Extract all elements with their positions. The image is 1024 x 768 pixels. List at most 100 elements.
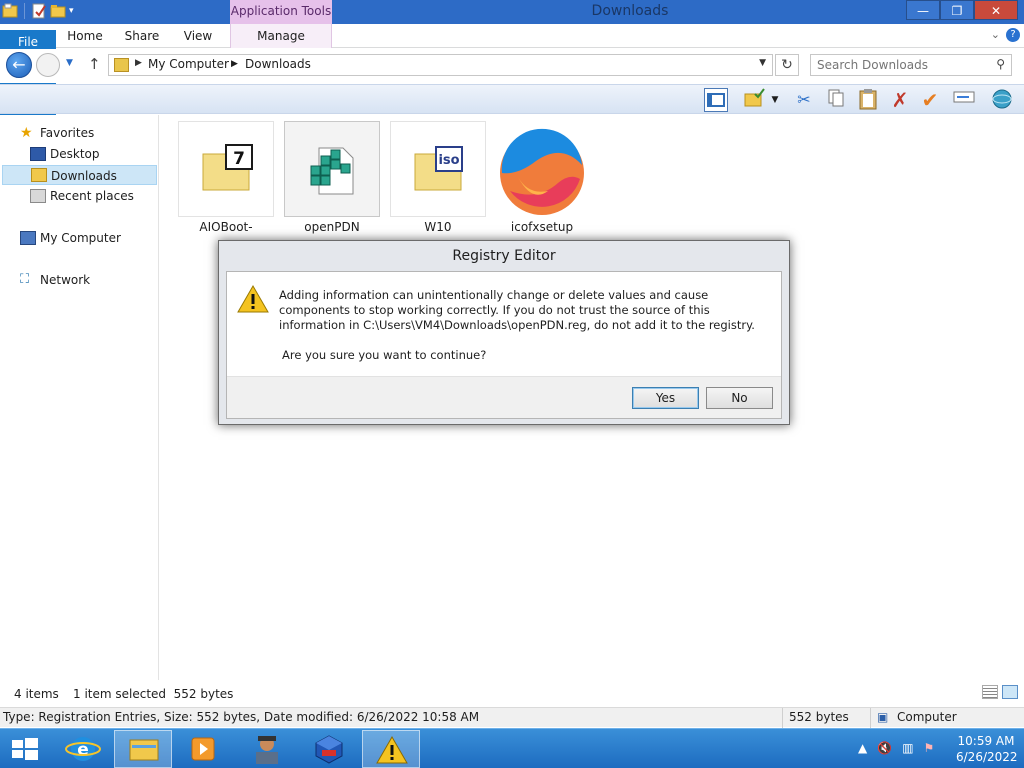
- svg-text:iso: iso: [438, 153, 459, 168]
- file-item-w10[interactable]: iso W10: [390, 121, 486, 234]
- file-item-openpdn[interactable]: openPDN: [284, 121, 380, 234]
- properties-icon[interactable]: [31, 3, 47, 19]
- close-button[interactable]: ✕: [974, 0, 1018, 20]
- tab-view[interactable]: View: [178, 24, 218, 48]
- rename-button[interactable]: [952, 88, 976, 112]
- taskbar-user-app[interactable]: [238, 730, 296, 768]
- computer-icon: ▣: [877, 710, 889, 724]
- registry-editor-dialog: Registry Editor Adding information can u…: [218, 240, 790, 425]
- new-folder-button[interactable]: [742, 88, 766, 112]
- large-icons-view-icon[interactable]: [1002, 685, 1018, 699]
- sidebar-item-favorites[interactable]: ★ Favorites: [0, 123, 157, 143]
- start-button[interactable]: [0, 730, 50, 768]
- sidebar-item-network[interactable]: ⛶ Network: [0, 270, 157, 290]
- tab-share[interactable]: Share: [120, 24, 164, 48]
- sidebar-item-desktop[interactable]: Desktop: [0, 144, 157, 164]
- file-explorer-icon: [129, 739, 159, 761]
- details-view-icon[interactable]: [982, 685, 998, 699]
- file-item-icofxsetup[interactable]: icofxsetup: [494, 121, 590, 234]
- taskbar-media-player[interactable]: [174, 730, 232, 768]
- file-details: Type: Registration Entries, Size: 552 by…: [3, 710, 480, 724]
- user-at-computer-icon: [256, 736, 278, 764]
- taskbar-registry-warning[interactable]: [362, 730, 420, 768]
- navigation-bar: ← ▼ ↑ ▶ My Computer ▶ Downloads ▼ ↻ ⚲: [0, 49, 1024, 83]
- copy-button[interactable]: [824, 88, 848, 112]
- help-icon[interactable]: ?: [1006, 28, 1020, 42]
- address-dropdown-icon[interactable]: ▼: [759, 58, 766, 68]
- new-folder-icon[interactable]: [50, 3, 66, 19]
- sidebar-item-downloads[interactable]: Downloads: [2, 165, 157, 185]
- location-label: Computer: [897, 710, 957, 724]
- registry-file-icon: [310, 147, 354, 195]
- search-input[interactable]: [817, 56, 987, 74]
- taskbar: e ▲ 🔇 ▥ ⚑ 10:59 AM 6/26/2022: [0, 728, 1024, 768]
- windows-logo-icon: [12, 738, 38, 760]
- cube-app-icon: [315, 735, 343, 764]
- system-tray: ▲ 🔇 ▥ ⚑: [858, 741, 934, 755]
- file-name: W10: [424, 220, 452, 234]
- star-icon: ★: [20, 125, 33, 141]
- file-thumbnail: iso: [390, 121, 486, 217]
- explorer-window-icon[interactable]: [2, 3, 18, 19]
- network-status-icon[interactable]: ▥: [902, 741, 913, 755]
- tab-home[interactable]: Home: [62, 24, 108, 48]
- apply-checkmark-icon[interactable]: ✔: [918, 88, 942, 112]
- taskbar-internet-explorer[interactable]: e: [54, 730, 112, 768]
- qat-customize-icon[interactable]: ▾: [69, 6, 74, 16]
- warning-icon: [237, 285, 269, 313]
- refresh-button[interactable]: ↻: [775, 54, 799, 76]
- search-box[interactable]: ⚲: [810, 54, 1012, 76]
- file-name: AIOBoot-v0.9.9.1 0: [199, 220, 253, 237]
- tab-manage[interactable]: Manage: [230, 24, 332, 48]
- recent-places-icon: [30, 189, 46, 203]
- dialog-question: Are you sure you want to continue?: [282, 348, 487, 362]
- delete-icon[interactable]: ✗: [888, 88, 912, 112]
- action-center-icon[interactable]: ⚑: [924, 741, 935, 755]
- system-clock[interactable]: 10:59 AM 6/26/2022: [956, 733, 1018, 765]
- computer-icon: [20, 231, 36, 245]
- taskbar-virtualbox[interactable]: [300, 730, 358, 768]
- address-bar[interactable]: ▶ My Computer ▶ Downloads ▼: [108, 54, 773, 76]
- breadcrumb-my-computer[interactable]: My Computer: [148, 57, 229, 71]
- media-player-icon: [191, 737, 215, 761]
- folder-options-dropdown-icon[interactable]: ▼: [768, 88, 782, 112]
- sidebar-item-label: Network: [40, 273, 91, 287]
- yes-button[interactable]: Yes: [632, 387, 699, 409]
- back-button[interactable]: ←: [6, 52, 32, 78]
- network-globe-button[interactable]: [990, 88, 1014, 112]
- no-button[interactable]: No: [706, 387, 773, 409]
- file-thumbnail: [284, 121, 380, 217]
- show-hidden-icons-icon[interactable]: ▲: [858, 741, 867, 755]
- minimize-button[interactable]: —: [906, 0, 940, 20]
- quick-access-toolbar: ▾: [2, 3, 74, 19]
- breadcrumb-arrow-icon[interactable]: ▶: [231, 59, 238, 69]
- icofx-installer-icon: [500, 128, 584, 215]
- warning-icon: [376, 735, 408, 764]
- maximize-button[interactable]: ❐: [940, 0, 974, 20]
- sidebar-item-recent-places[interactable]: Recent places: [0, 186, 157, 206]
- view-toggle: [982, 685, 1018, 699]
- expand-ribbon-icon[interactable]: ⌄: [991, 28, 1000, 41]
- dialog-title: Registry Editor: [452, 248, 556, 264]
- paste-button[interactable]: [856, 88, 880, 112]
- command-toolbar: ▼ ✂ ✗ ✔: [0, 84, 1024, 114]
- taskbar-file-explorer[interactable]: [114, 730, 172, 768]
- breadcrumb-arrow-icon[interactable]: ▶: [135, 58, 142, 68]
- dialog-button-bar: Yes No: [227, 376, 781, 418]
- up-arrow-icon[interactable]: ↑: [88, 55, 101, 73]
- file-item-aioboot[interactable]: 7 AIOBoot-v0.9.9.1 0: [178, 121, 274, 237]
- application-tools-context-tab: Application Tools: [230, 0, 332, 24]
- breadcrumb-downloads[interactable]: Downloads: [245, 57, 311, 71]
- window-controls: — ❐ ✕: [906, 0, 1018, 20]
- paste-icon: [859, 89, 877, 110]
- cut-icon[interactable]: ✂: [792, 88, 816, 112]
- divider: [870, 708, 871, 728]
- volume-muted-icon[interactable]: 🔇: [877, 741, 892, 755]
- recent-locations-dropdown-icon[interactable]: ▼: [66, 58, 73, 68]
- details-bar: Type: Registration Entries, Size: 552 by…: [0, 707, 1024, 728]
- divider: [782, 708, 783, 728]
- search-icon[interactable]: ⚲: [996, 57, 1005, 71]
- forward-button[interactable]: [36, 53, 60, 77]
- preview-pane-button[interactable]: [704, 88, 728, 112]
- sidebar-item-my-computer[interactable]: My Computer: [0, 228, 157, 248]
